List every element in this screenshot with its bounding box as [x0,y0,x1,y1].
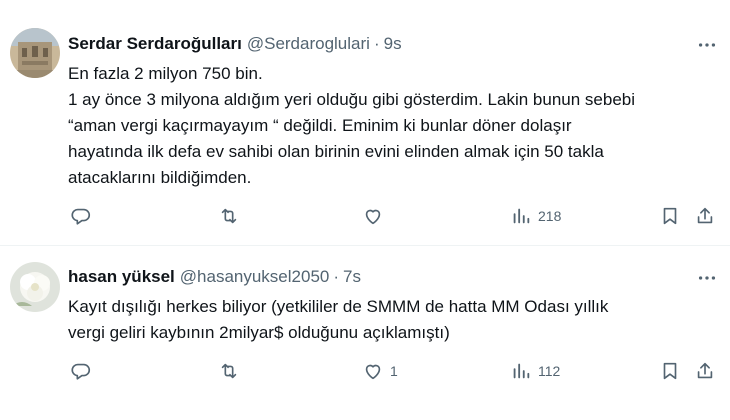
tweet-text: Kayıt dışılığı herkes biliyor (yetkilile… [68,294,723,346]
bookmark-button[interactable] [659,360,681,382]
tweet-text-line: “aman vergi kaçırmayayım “ değildi. Emin… [68,116,572,135]
reply-button[interactable] [70,360,98,382]
retweet-icon [218,205,240,227]
share-button[interactable] [694,205,716,227]
heart-icon [362,360,384,382]
tweet-text-line: atacaklarını bildiğimden. [68,168,252,187]
avatar[interactable] [10,262,60,312]
tweet-text-line: Kayıt dışılığı herkes biliyor (yetkilile… [68,297,609,316]
tweet-actions: 1 112 [0,360,730,384]
share-icon [694,205,716,227]
like-button[interactable]: 1 [362,360,398,382]
views-button[interactable]: 112 [510,360,560,382]
display-name[interactable]: hasan yüksel [68,266,175,288]
views-chart-icon [510,205,532,227]
more-dots-icon[interactable] [696,34,718,56]
views-button[interactable]: 218 [510,205,561,227]
heart-icon [362,205,384,227]
retweet-button[interactable] [218,360,246,382]
reply-icon [70,360,92,382]
separator-dot: · [373,34,380,53]
views-count: 112 [538,363,561,379]
avatar[interactable] [10,28,60,78]
user-handle[interactable]: @Serdaroglulari [247,33,370,55]
tweet-text: En fazla 2 milyon 750 bin. 1 ay önce 3 m… [68,61,723,191]
tweet-text-line: En fazla 2 milyon 750 bin. [68,64,263,83]
like-count: 1 [390,363,398,379]
tweet-divider [0,245,730,246]
share-button[interactable] [694,360,716,382]
bookmark-button[interactable] [659,205,681,227]
share-icon [694,360,716,382]
tweet-text-line: hayatında ilk defa ev sahibi olan birini… [68,142,604,161]
tweet-text-line: vergi geliri kaybının 2milyar$ olduğunu … [68,323,450,342]
tweet-actions: 218 [0,205,730,229]
timestamp[interactable]: 7s [343,266,361,288]
reply-icon [70,205,92,227]
tweet-header: Serdar Serdaroğulları @Serdaroglulari · … [68,33,402,55]
tweet-header: hasan yüksel @hasanyuksel2050 · 7s [68,266,361,288]
display-name[interactable]: Serdar Serdaroğulları [68,33,242,55]
views-chart-icon [510,360,532,382]
retweet-icon [218,360,240,382]
views-count: 218 [538,208,562,224]
retweet-button[interactable] [218,205,246,227]
more-dots-icon[interactable] [696,267,718,289]
bookmark-icon [659,205,681,227]
tweet-text-line: 1 ay önce 3 milyona aldığım yeri olduğu … [68,90,636,109]
separator-dot: · [333,267,340,286]
bookmark-icon [659,360,681,382]
user-handle[interactable]: @hasanyuksel2050 [180,266,330,288]
timestamp[interactable]: 9s [384,33,402,55]
reply-button[interactable] [70,205,98,227]
like-button[interactable] [362,205,390,227]
